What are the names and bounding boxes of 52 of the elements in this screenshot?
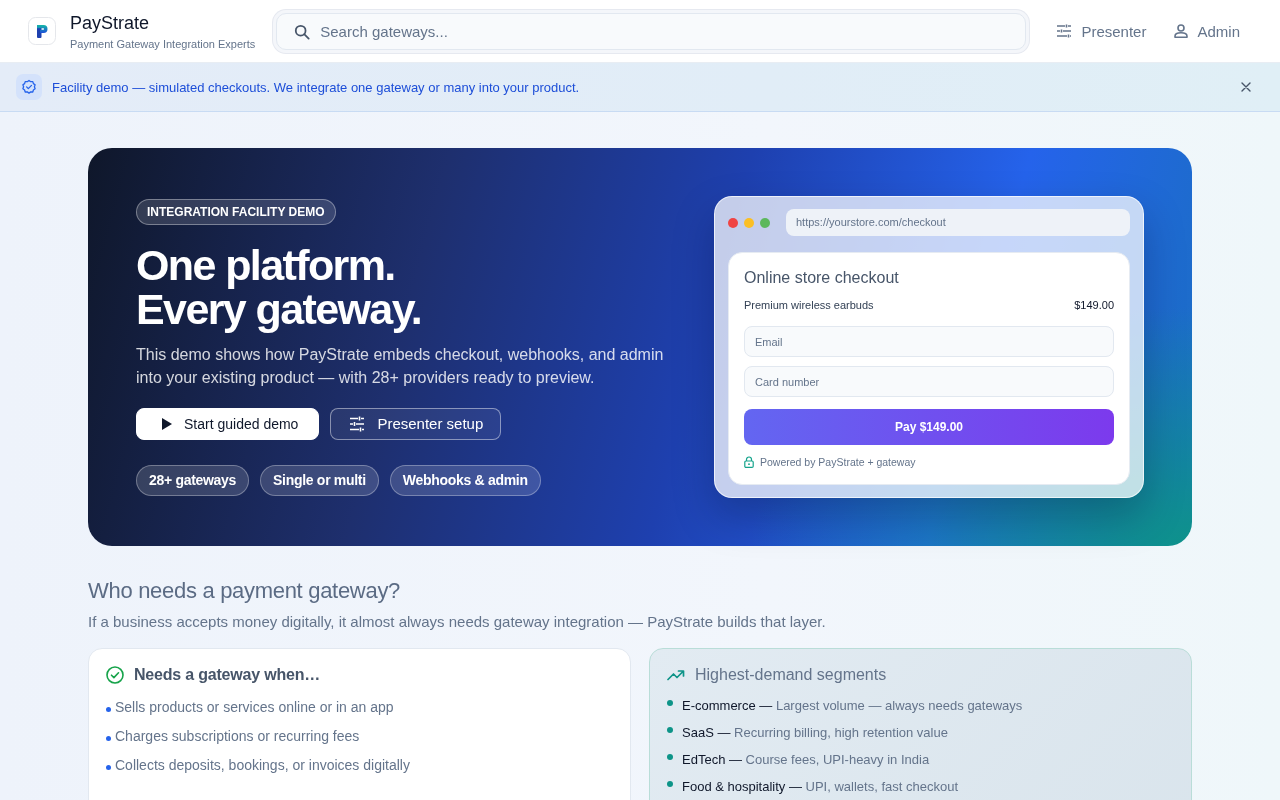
input-field[interactable]: Email <box>744 326 1114 357</box>
list-item-text: E-commerce — Largest volume — always needs gateways <box>682 698 1023 713</box>
trending-up-icon <box>667 669 685 681</box>
section-subtitle: If a business accepts money digitally, it almost always needs gateway integration — PayStrate builds that layer. <box>88 612 827 632</box>
logo-icon <box>28 17 56 45</box>
checkout-title: Online store checkout <box>744 268 899 288</box>
hero-description: This demo shows how PayStrate embeds checkout, webhooks, and admin into your existing product — with 28+ providers ready to preview. <box>136 344 665 388</box>
user-icon <box>1174 24 1189 38</box>
admin-link[interactable]: Admin <box>1174 22 1240 40</box>
bullet-icon <box>106 707 111 712</box>
address-bar: https://yourstore.com/checkout <box>786 209 1130 236</box>
window-controls-icon <box>728 217 770 228</box>
sliders-icon <box>349 415 366 432</box>
sliders-icon <box>1056 24 1073 38</box>
brand-name: PayStrate <box>70 11 151 34</box>
presenter-link[interactable]: Presenter <box>1056 22 1147 40</box>
search-icon <box>294 23 311 40</box>
list-item-text: EdTech — Course fees, UPI-heavy in India <box>682 752 930 767</box>
bullet-icon <box>667 753 673 760</box>
brand-tagline: Payment Gateway Integration Experts <box>70 36 256 51</box>
list-item-text: Food & hospitality — UPI, wallets, fast checkout <box>682 779 959 794</box>
input-field[interactable]: Card number <box>744 366 1114 397</box>
feature-chip: 28+ gateways <box>136 464 250 496</box>
product-name: Premium wireless earbuds <box>744 298 874 312</box>
list-item-text: Sells products or services online or in an app <box>115 698 394 715</box>
hero-title-line: One platform. <box>136 242 395 287</box>
feature-chip: Single or multi <box>260 464 379 496</box>
play-icon <box>162 417 172 430</box>
bullet-icon <box>667 780 673 787</box>
card-title: Needs a gateway when… <box>134 665 321 685</box>
powered-by-text: Powered by PayStrate + gateway <box>760 455 916 469</box>
list-item-text: SaaS — Recurring billing, high retention value <box>682 725 948 740</box>
bullet-icon <box>106 765 111 770</box>
bullet-icon <box>667 726 673 733</box>
banner-text: Facility demo — simulated checkouts. We integrate one gateway or many into your product. <box>52 79 581 95</box>
bullet-icon <box>106 736 111 741</box>
hero-badge: INTEGRATION FACILITY DEMO <box>136 198 336 225</box>
pay-button[interactable]: Pay $149.00 <box>744 409 1114 445</box>
section-title: Who needs a payment gateway? <box>88 578 402 604</box>
presenter-setup-button[interactable]: Presenter setup <box>330 407 502 440</box>
card-title: Highest-demand segments <box>695 665 887 685</box>
check-circle-icon <box>106 666 124 684</box>
start-demo-button[interactable]: Start guided demo <box>136 407 320 440</box>
bullet-icon <box>667 699 673 706</box>
list-item-text: Collects deposits, bookings, or invoices digitally <box>115 756 410 773</box>
verified-badge-icon <box>16 74 42 100</box>
product-price: $149.00 <box>1074 298 1114 312</box>
feature-chip: Webhooks & admin <box>389 464 541 496</box>
search-field[interactable]: Search gateways... <box>276 12 1027 50</box>
close-icon <box>1241 82 1251 92</box>
lock-icon <box>744 456 754 468</box>
list-item-text: Charges subscriptions or recurring fees <box>115 727 360 744</box>
